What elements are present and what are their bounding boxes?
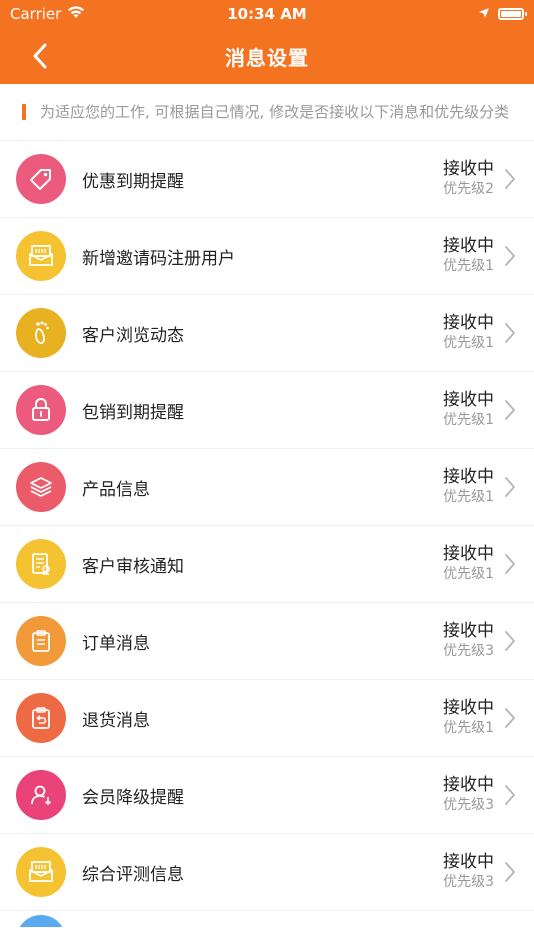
- partial-item-icon: [16, 915, 66, 927]
- list-item-label: 产品信息: [82, 479, 150, 500]
- page-title: 消息设置: [225, 46, 309, 70]
- receive-status: 接收中: [443, 467, 494, 487]
- chevron-right-icon: [502, 784, 518, 806]
- header: Carrier 10:34 AM 消息设置: [0, 0, 534, 84]
- list-item[interactable]: 综合评测信息 接收中优先级3: [0, 834, 534, 911]
- status-bar: Carrier 10:34 AM: [0, 0, 534, 28]
- lock-icon: [16, 385, 66, 435]
- battery-icon: [498, 8, 527, 20]
- list-item-label: 综合评测信息: [82, 864, 184, 885]
- chevron-right-icon: [502, 630, 518, 652]
- list-item-status: 接收中优先级1: [443, 544, 494, 584]
- list-item-label: 新增邀请码注册用户: [82, 248, 235, 269]
- chevron-right-icon: [502, 476, 518, 498]
- list-item[interactable]: 客户审核通知 接收中优先级1: [0, 526, 534, 603]
- layers-icon: [16, 462, 66, 512]
- receive-status: 接收中: [443, 852, 494, 872]
- list-item-status: 接收中优先级3: [443, 852, 494, 892]
- chevron-right-icon: [502, 168, 518, 190]
- receive-status: 接收中: [443, 775, 494, 795]
- list-item[interactable]: 新增邀请码注册用户 接收中优先级1: [0, 218, 534, 295]
- tag-icon: [16, 154, 66, 204]
- list-item-label: 客户审核通知: [82, 556, 184, 577]
- list-item-status: 接收中优先级1: [443, 313, 494, 353]
- list-item[interactable]: 包销到期提醒 接收中优先级1: [0, 372, 534, 449]
- partially-visible-item: [0, 911, 534, 927]
- chevron-right-icon: [502, 245, 518, 267]
- location-arrow-icon: [478, 5, 490, 23]
- document-icon: [16, 539, 66, 589]
- list-item-label: 会员降级提醒: [82, 787, 184, 808]
- priority-label: 优先级1: [443, 720, 494, 736]
- list-item[interactable]: 会员降级提醒 接收中优先级3: [0, 757, 534, 834]
- priority-label: 优先级3: [443, 797, 494, 813]
- receive-status: 接收中: [443, 390, 494, 410]
- clipboard-icon: [16, 616, 66, 666]
- list-item[interactable]: 客户浏览动态 接收中优先级1: [0, 295, 534, 372]
- chevron-right-icon: [502, 861, 518, 883]
- list-item-status: 接收中优先级2: [443, 159, 494, 199]
- priority-label: 优先级1: [443, 566, 494, 582]
- chevron-right-icon: [502, 322, 518, 344]
- envelope-icon: [16, 231, 66, 281]
- notice-accent-bar: [22, 104, 26, 120]
- list-item[interactable]: 退货消息 接收中优先级1: [0, 680, 534, 757]
- list-item-label: 包销到期提醒: [82, 402, 184, 423]
- receive-status: 接收中: [443, 621, 494, 641]
- list-item[interactable]: 优惠到期提醒 接收中优先级2: [0, 141, 534, 218]
- receive-status: 接收中: [443, 159, 494, 179]
- list-item-label: 退货消息: [82, 710, 150, 731]
- status-right: [478, 5, 527, 23]
- notice-text: 为适应您的工作, 可根据自己情况, 修改是否接收以下消息和优先级分类: [40, 103, 510, 121]
- message-settings-list: 优惠到期提醒 接收中 优先级2 新增邀请码注册用户 接收中 优先级1 客户浏览动态 接收中 优先…: [0, 141, 534, 927]
- return-icon: [16, 693, 66, 743]
- list-item-label: 订单消息: [82, 633, 150, 654]
- envelope-icon: [16, 847, 66, 897]
- list-item-label: 客户浏览动态: [82, 325, 184, 346]
- priority-label: 优先级2: [443, 181, 494, 197]
- receive-status: 接收中: [443, 313, 494, 333]
- receive-status: 接收中: [443, 236, 494, 256]
- list-item-status: 接收中优先级1: [443, 236, 494, 276]
- priority-label: 优先级1: [443, 258, 494, 274]
- list-item-status: 接收中优先级3: [443, 775, 494, 815]
- list-item-status: 接收中优先级1: [443, 390, 494, 430]
- footprint-icon: [16, 308, 66, 358]
- list-item[interactable]: 产品信息 接收中优先级1: [0, 449, 534, 526]
- notice-banner: 为适应您的工作, 可根据自己情况, 修改是否接收以下消息和优先级分类: [0, 84, 534, 141]
- clock: 10:34 AM: [227, 5, 307, 23]
- chevron-right-icon: [502, 553, 518, 575]
- priority-label: 优先级1: [443, 335, 494, 351]
- user-down-icon: [16, 770, 66, 820]
- priority-label: 优先级1: [443, 489, 494, 505]
- list-item-status: 接收中优先级3: [443, 621, 494, 661]
- priority-label: 优先级3: [443, 643, 494, 659]
- nav-bar: 消息设置: [0, 28, 534, 84]
- receive-status: 接收中: [443, 544, 494, 564]
- chevron-right-icon: [502, 707, 518, 729]
- priority-label: 优先级1: [443, 412, 494, 428]
- list-item-status: 接收中优先级1: [443, 467, 494, 507]
- receive-status: 接收中: [443, 698, 494, 718]
- list-item-status: 接收中优先级1: [443, 698, 494, 738]
- priority-label: 优先级3: [443, 874, 494, 890]
- list-item-label: 优惠到期提醒: [82, 171, 184, 192]
- list-item[interactable]: 订单消息 接收中优先级3: [0, 603, 534, 680]
- chevron-right-icon: [502, 399, 518, 421]
